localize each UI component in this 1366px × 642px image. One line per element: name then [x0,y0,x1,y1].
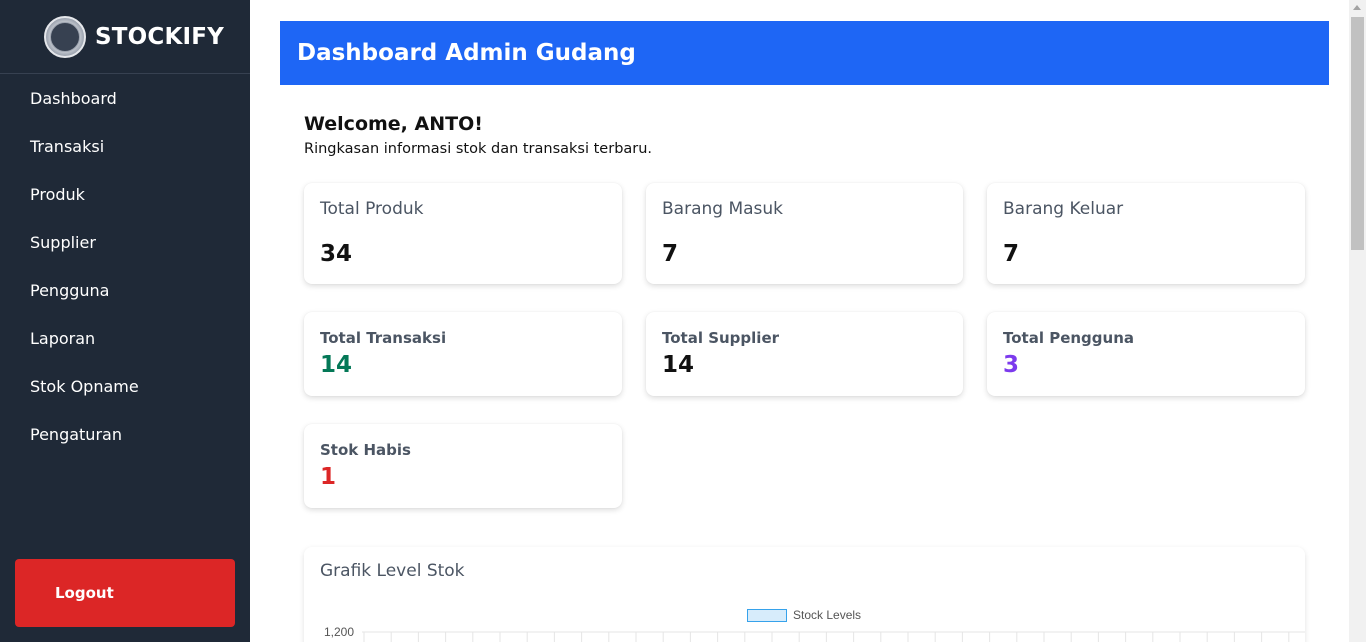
brand-name: STOCKIFY [95,23,225,50]
sidebar-item-supplier[interactable]: Supplier [0,218,250,266]
welcome-title: Welcome, ANTO! [304,113,483,135]
stat-value: 7 [1003,241,1020,267]
logo-emblem [50,21,80,52]
main-content: Dashboard Admin Gudang Welcome, ANTO! Ri… [250,0,1350,642]
vertical-scrollbar[interactable] [1349,0,1366,642]
stat-label: Total Pengguna [1003,329,1135,347]
stat-label: Stok Habis [320,441,411,459]
stat-label: Total Supplier [662,329,780,347]
stat-card-total-supplier: Total Supplier 14 [646,312,963,396]
chart-legend[interactable]: Stock Levels [747,608,861,622]
stat-card-barang-masuk: Barang Masuk 7 [646,183,963,284]
stock-chart: 1,200 [324,625,1305,642]
scroll-thumb[interactable] [1351,17,1364,250]
sidebar-item-pengguna[interactable]: Pengguna [0,266,250,314]
stat-card-total-pengguna: Total Pengguna 3 [987,312,1305,396]
sidebar-item-pengaturan[interactable]: Pengaturan [0,410,250,458]
legend-swatch [747,608,787,622]
gridlines-vertical [363,632,1290,642]
stat-value: 1 [320,464,337,490]
stock-chart-card: Grafik Level Stok Stock Levels 1,200 [304,547,1305,642]
stat-card-stok-habis: Stok Habis 1 [304,424,622,508]
stat-label: Total Produk [320,199,424,219]
page-title: Dashboard Admin Gudang [297,40,636,66]
sidebar-item-stok-opname[interactable]: Stok Opname [0,362,250,410]
stat-value: 14 [662,352,695,378]
page-header: Dashboard Admin Gudang [280,21,1329,85]
sidebar-item-produk[interactable]: Produk [0,170,250,218]
sidebar: STOCKIFY Dashboard Transaksi Produk Supp… [0,0,250,642]
stat-label: Total Transaksi [320,329,447,347]
sidebar-item-laporan[interactable]: Laporan [0,314,250,362]
sidebar-nav: Dashboard Transaksi Produk Supplier Peng… [0,74,250,458]
scroll-up-arrow-icon[interactable] [1353,5,1361,10]
legend-label: Stock Levels [793,608,862,622]
stat-card-barang-keluar: Barang Keluar 7 [987,183,1305,284]
stat-value: 34 [320,241,353,267]
sidebar-item-transaksi[interactable]: Transaksi [0,122,250,170]
chart-title: Grafik Level Stok [320,561,465,581]
stat-card-total-transaksi: Total Transaksi 14 [304,312,622,396]
brand[interactable]: STOCKIFY [0,0,250,74]
logo [44,15,86,58]
logout-button[interactable]: Logout [15,559,235,627]
stat-value: 3 [1003,352,1020,378]
stat-card-total-produk: Total Produk 34 [304,183,622,284]
stat-value: 14 [320,352,353,378]
stat-label: Barang Masuk [662,199,784,219]
sidebar-item-dashboard[interactable]: Dashboard [0,74,250,122]
y-tick-label: 1,200 [324,625,354,639]
stat-value: 7 [662,241,679,267]
welcome-subtitle: Ringkasan informasi stok dan transaksi t… [304,141,653,157]
stat-label: Barang Keluar [1003,199,1124,219]
